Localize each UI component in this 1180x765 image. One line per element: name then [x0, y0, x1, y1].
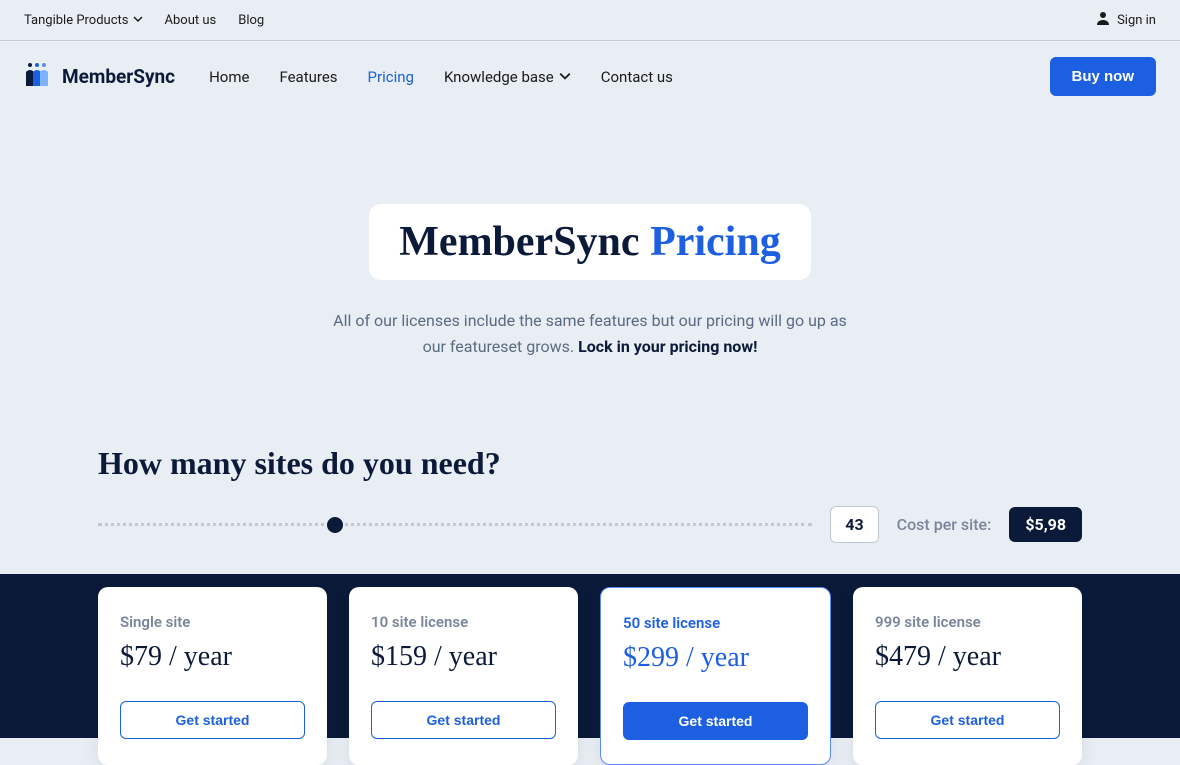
hero-title: MemberSync Pricing	[369, 204, 810, 280]
hero-sub-b: Lock in your pricing now!	[578, 337, 757, 356]
topbar-left: Tangible Products About us Blog	[24, 13, 264, 28]
plan-card-50: 50 site license $299 / year Get started	[600, 587, 831, 765]
nav-pricing[interactable]: Pricing	[368, 68, 414, 86]
mainnav: MemberSync Home Features Pricing Knowled…	[0, 41, 1180, 114]
topbar-item-blog[interactable]: Blog	[238, 13, 264, 28]
signin-link[interactable]: Sign in	[1095, 10, 1156, 30]
pricing-cards: Single site $79 / year Get started 10 si…	[98, 587, 1082, 765]
plan-title: 999 site license	[875, 613, 1060, 631]
signin-label: Sign in	[1117, 13, 1156, 28]
plan-price: $479 / year	[875, 641, 1060, 673]
sites-heading: How many sites do you need?	[98, 445, 1082, 482]
plan-card-999: 999 site license $479 / year Get started	[853, 587, 1082, 765]
plan-price: $159 / year	[371, 641, 556, 673]
chevron-down-icon	[559, 68, 571, 86]
logo-text: MemberSync	[62, 65, 175, 88]
nav-label: Home	[209, 68, 249, 86]
plan-title: 50 site license	[623, 614, 808, 632]
plan-price: $79 / year	[120, 641, 305, 673]
buy-now-button[interactable]: Buy now	[1050, 57, 1157, 96]
nav-label: Features	[279, 68, 337, 86]
nav-contact[interactable]: Contact us	[601, 68, 673, 86]
mainnav-left: MemberSync Home Features Pricing Knowled…	[24, 62, 673, 92]
plan-card-single: Single site $79 / year Get started	[98, 587, 327, 765]
nav-label: Contact us	[601, 68, 673, 86]
topbar-item-tangible[interactable]: Tangible Products	[24, 13, 143, 28]
topbar-item-label: About us	[165, 13, 217, 28]
logo-icon	[24, 62, 54, 92]
topbar: Tangible Products About us Blog Sign in	[0, 0, 1180, 41]
plan-price: $299 / year	[623, 642, 808, 674]
logo[interactable]: MemberSync	[24, 62, 175, 92]
hero-title-b: Pricing	[650, 219, 781, 265]
plan-title: Single site	[120, 613, 305, 631]
cta-label: Get started	[679, 713, 753, 729]
topbar-item-label: Tangible Products	[24, 13, 129, 28]
get-started-button[interactable]: Get started	[120, 701, 305, 739]
sites-count-display: 43	[830, 506, 878, 543]
nav-home[interactable]: Home	[209, 68, 249, 86]
hero: MemberSync Pricing All of our licenses i…	[0, 114, 1180, 359]
chevron-down-icon	[133, 13, 143, 28]
cta-label: Get started	[176, 712, 250, 728]
sites-slider[interactable]	[98, 517, 812, 533]
get-started-button[interactable]: Get started	[371, 701, 556, 739]
hero-title-a: MemberSync	[399, 219, 639, 265]
hero-subtitle: All of our licenses include the same fea…	[320, 308, 860, 359]
plan-title: 10 site license	[371, 613, 556, 631]
nav-links: Home Features Pricing Knowledge base Con…	[209, 68, 673, 86]
cost-per-site-value: $5,98	[1009, 507, 1082, 542]
buy-label: Buy now	[1072, 68, 1135, 85]
nav-label: Knowledge base	[444, 68, 554, 86]
cta-label: Get started	[931, 712, 1005, 728]
plan-card-10: 10 site license $159 / year Get started	[349, 587, 578, 765]
user-icon	[1095, 10, 1111, 30]
cta-label: Get started	[427, 712, 501, 728]
get-started-button[interactable]: Get started	[623, 702, 808, 740]
cost-per-site-label: Cost per site:	[897, 515, 992, 534]
slider-track-line	[98, 523, 812, 526]
slider-handle[interactable]	[327, 517, 343, 533]
nav-label: Pricing	[368, 68, 414, 86]
topbar-item-label: Blog	[238, 13, 264, 28]
nav-knowledge[interactable]: Knowledge base	[444, 68, 571, 86]
slider-row: 43 Cost per site: $5,98	[98, 506, 1082, 543]
nav-features[interactable]: Features	[279, 68, 337, 86]
sites-section: How many sites do you need? 43 Cost per …	[0, 359, 1180, 765]
get-started-button[interactable]: Get started	[875, 701, 1060, 739]
topbar-item-about[interactable]: About us	[165, 13, 217, 28]
